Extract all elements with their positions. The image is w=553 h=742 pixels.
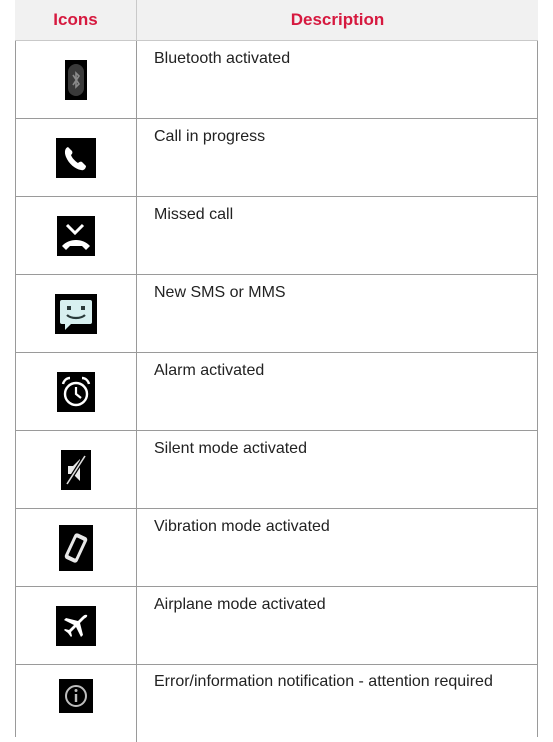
row-description: Alarm activated	[154, 362, 265, 379]
silent-mode-icon	[60, 449, 91, 490]
bluetooth-icon	[64, 59, 87, 100]
row-description: New SMS or MMS	[154, 284, 286, 301]
table-row: Missed call	[15, 197, 538, 275]
alarm-icon	[56, 371, 95, 412]
row-description: Error/information notification - attenti…	[154, 673, 493, 690]
header-description: Description	[290, 10, 385, 29]
row-description: Call in progress	[154, 128, 266, 145]
table-header: Icons Description	[15, 0, 538, 41]
table-row: Error/information notification - attenti…	[15, 665, 538, 742]
table-row: New SMS or MMS	[15, 275, 538, 353]
row-description: Missed call	[154, 206, 234, 223]
table-row: Vibration mode activated	[15, 509, 538, 587]
table-row: Silent mode activated	[15, 431, 538, 509]
table-row: Airplane mode activated	[15, 587, 538, 665]
table-row: Call in progress	[15, 119, 538, 197]
missed-call-icon	[56, 215, 95, 256]
table-row: Alarm activated	[15, 353, 538, 431]
row-description: Silent mode activated	[154, 440, 307, 457]
sms-mms-icon	[54, 293, 97, 334]
call-in-progress-icon	[55, 137, 96, 178]
icons-table: Icons Description Bluetooth activated Ca…	[15, 0, 538, 742]
row-description: Bluetooth activated	[154, 50, 291, 67]
table-row: Bluetooth activated	[15, 41, 538, 119]
info-icon	[58, 679, 93, 713]
row-description: Vibration mode activated	[154, 518, 330, 535]
header-icons: Icons	[15, 0, 137, 40]
row-description: Airplane mode activated	[154, 596, 326, 613]
airplane-mode-icon	[55, 605, 96, 646]
vibration-mode-icon	[58, 524, 93, 571]
